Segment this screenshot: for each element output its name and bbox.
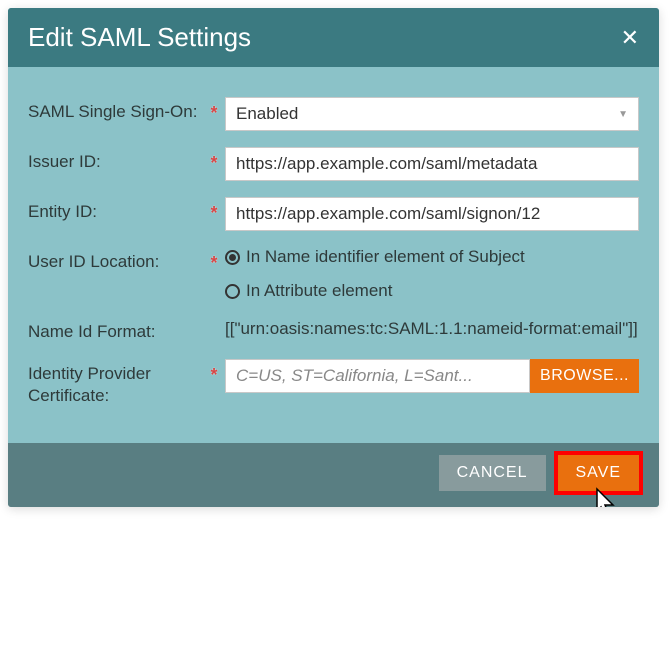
uid-location-label: User ID Location: <box>28 247 203 273</box>
dialog-body: SAML Single Sign-On: * Enabled ▼ Issuer … <box>8 67 659 443</box>
row-uid-location: User ID Location: * In Name identifier e… <box>28 247 639 301</box>
radio-icon <box>225 284 240 299</box>
dialog-title: Edit SAML Settings <box>28 22 251 53</box>
uid-radio-name-identifier[interactable]: In Name identifier element of Subject <box>225 247 639 267</box>
nameid-format-label: Name Id Format: <box>28 317 203 343</box>
sso-label: SAML Single Sign-On: <box>28 97 203 123</box>
uid-radio-attribute[interactable]: In Attribute element <box>225 281 639 301</box>
dialog-header: Edit SAML Settings ✕ <box>8 8 659 67</box>
row-entity: Entity ID: * <box>28 197 639 231</box>
sso-select[interactable]: Enabled ▼ <box>225 97 639 131</box>
row-sso: SAML Single Sign-On: * Enabled ▼ <box>28 97 639 131</box>
radio-icon <box>225 250 240 265</box>
required-icon: * <box>210 365 217 385</box>
required-icon: * <box>210 203 217 223</box>
dialog-footer: CANCEL SAVE <box>8 443 659 507</box>
sso-select-value: Enabled <box>236 104 298 124</box>
row-idp-certificate: Identity Provider Certificate: * BROWSE.… <box>28 359 639 407</box>
row-nameid-format: Name Id Format: [["urn:oasis:names:tc:SA… <box>28 317 639 343</box>
issuer-label: Issuer ID: <box>28 147 203 173</box>
save-button[interactable]: SAVE <box>558 455 640 491</box>
required-icon: * <box>210 253 217 273</box>
cancel-button[interactable]: CANCEL <box>439 455 546 491</box>
entity-id-input[interactable] <box>225 197 639 231</box>
idp-cert-input[interactable] <box>225 359 530 393</box>
edit-saml-settings-dialog: Edit SAML Settings ✕ SAML Single Sign-On… <box>8 8 659 507</box>
uid-radio-group: In Name identifier element of Subject In… <box>225 247 639 301</box>
idp-cert-label: Identity Provider Certificate: <box>28 359 203 407</box>
close-icon: ✕ <box>621 25 639 50</box>
browse-button[interactable]: BROWSE... <box>530 359 639 393</box>
row-issuer: Issuer ID: * <box>28 147 639 181</box>
entity-label: Entity ID: <box>28 197 203 223</box>
required-icon: * <box>210 153 217 173</box>
close-button[interactable]: ✕ <box>621 25 639 51</box>
uid-option1-label: In Name identifier element of Subject <box>246 247 525 267</box>
required-icon: * <box>210 103 217 123</box>
issuer-id-input[interactable] <box>225 147 639 181</box>
nameid-format-value: [["urn:oasis:names:tc:SAML:1.1:nameid-fo… <box>225 317 639 341</box>
uid-option2-label: In Attribute element <box>246 281 392 301</box>
chevron-down-icon: ▼ <box>618 109 628 120</box>
